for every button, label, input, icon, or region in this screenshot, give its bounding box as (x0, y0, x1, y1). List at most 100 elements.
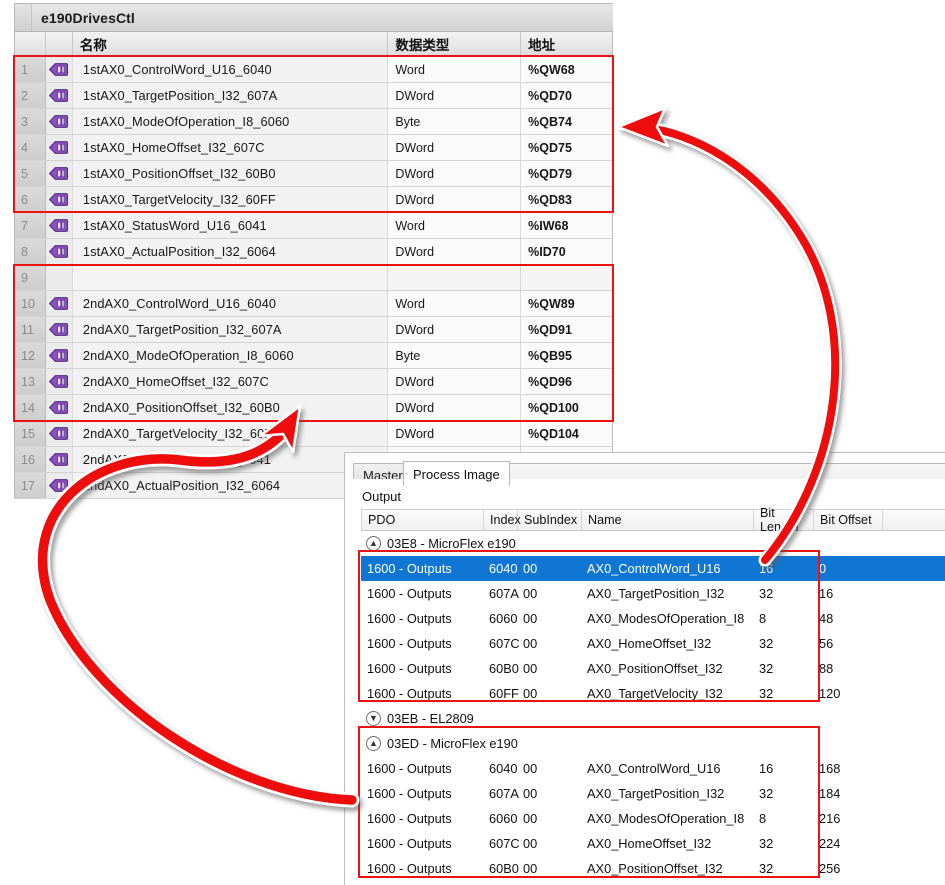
plc-row-datatype[interactable]: DWord (388, 369, 522, 394)
plc-row-address[interactable]: %QD104 (521, 421, 613, 446)
plc-table-row[interactable]: 2 1stAX0_TargetPosition_I32_607A DWord %QD7… (15, 83, 613, 109)
plc-row-datatype[interactable]: DWord (388, 239, 522, 264)
pi-group-header[interactable]: ▼ 03EB - EL2809 (361, 706, 945, 731)
tab-process-image[interactable]: Process Image (403, 461, 510, 486)
plc-row-name[interactable]: 2ndAX0_StatusWord_U16_6041 (72, 447, 389, 472)
pi-col-pdo[interactable]: PDO (362, 510, 484, 530)
pi-table-row[interactable]: 1600 - Outputs 60B0 00 AX0_PositionOffset_I… (361, 856, 945, 881)
chevron-down-icon[interactable]: ▼ (366, 711, 381, 726)
plc-row-name[interactable]: 1stAX0_StatusWord_U16_6041 (72, 213, 389, 238)
pi-col-index[interactable]: Index (484, 510, 521, 530)
plc-row-datatype[interactable]: DWord (388, 135, 522, 160)
plc-row-name[interactable]: 2ndAX0_HomeOffset_I32_607C (72, 369, 389, 394)
plc-row-datatype[interactable]: DWord (388, 161, 522, 186)
pi-col-bitlength[interactable]: Bit Length (754, 506, 814, 534)
pi-table-row[interactable]: 1600 - Outputs 607C 00 AX0_HomeOffset_I32 32… (361, 831, 945, 856)
plc-table-row[interactable]: 7 1stAX0_StatusWord_U16_6041 Word %IW68 (15, 213, 613, 239)
plc-row-datatype[interactable]: DWord (388, 395, 522, 420)
plc-row-name[interactable]: 1stAX0_TargetPosition_I32_607A (72, 83, 389, 108)
plc-row-name[interactable]: 2ndAX0_PositionOffset_I32_60B0 (72, 395, 389, 420)
plc-table-row[interactable]: 4 1stAX0_HomeOffset_I32_607C DWord %QD75 (15, 135, 613, 161)
plc-row-address[interactable]: %QB74 (521, 109, 613, 134)
plc-col-icon[interactable] (45, 32, 73, 56)
chevron-up-icon[interactable]: ▲ (366, 736, 381, 751)
plc-row-name[interactable]: 1stAX0_PositionOffset_I32_60B0 (72, 161, 389, 186)
plc-row-datatype[interactable]: DWord (388, 83, 522, 108)
plc-row-name[interactable]: 2ndAX0_TargetPosition_I32_607A (72, 317, 389, 342)
plc-row-address[interactable]: %QD70 (521, 83, 613, 108)
plc-row-number[interactable]: 14 (15, 395, 46, 420)
plc-row-name[interactable]: 1stAX0_TargetVelocity_I32_60FF (72, 187, 389, 212)
plc-row-name[interactable]: 2ndAX0_ActualPosition_I32_6064 (72, 473, 389, 498)
plc-row-datatype[interactable]: DWord (388, 421, 522, 446)
pi-col-subindex[interactable]: SubIndex (518, 510, 582, 530)
plc-row-name[interactable]: 1stAX0_ActualPosition_I32_6064 (72, 239, 389, 264)
pi-table-row[interactable]: 1600 - Outputs 6060 00 AX0_ModesOfOperation… (361, 606, 945, 631)
plc-row-number[interactable]: 3 (15, 109, 46, 134)
plc-row-number[interactable]: 6 (15, 187, 46, 212)
pi-table-row[interactable]: 1600 - Outputs60FF00AX0_TargetVelocity_I… (361, 681, 945, 706)
plc-table-row[interactable]: 10 2ndAX0_ControlWord_U16_6040 Word %QW89 (15, 291, 613, 317)
plc-row-name[interactable]: 1stAX0_ControlWord_U16_6040 (72, 57, 389, 82)
pi-table-row[interactable]: 1600 - Outputs 6060 00 AX0_ModesOfOperation… (361, 806, 945, 831)
plc-row-datatype[interactable]: Byte (388, 109, 522, 134)
pi-table-row[interactable]: 1600 - Outputs 6040 00 AX0_ControlWord_U16 1… (361, 756, 945, 781)
plc-row-number[interactable]: 10 (15, 291, 46, 316)
plc-table-row[interactable]: 5 1stAX0_PositionOffset_I32_60B0 DWord %QD7… (15, 161, 613, 187)
pi-table-row[interactable]: 1600 - Outputs 6040 00 AX0_ControlWord_U16 1… (361, 556, 945, 581)
plc-table-row[interactable]: 3 1stAX0_ModeOfOperation_I8_6060 Byte %QB74 (15, 109, 613, 135)
plc-col-rownum[interactable] (15, 32, 46, 56)
plc-row-name[interactable]: 2ndAX0_TargetVelocity_I32_60FF (72, 421, 389, 446)
plc-row-number[interactable]: 17 (15, 473, 46, 498)
plc-row-address[interactable]: %QD91 (521, 317, 613, 342)
pi-group-header[interactable]: ▲ 03E8 - MicroFlex e190 (361, 531, 945, 556)
plc-row-datatype[interactable]: Byte (388, 343, 522, 368)
plc-row-number[interactable]: 4 (15, 135, 46, 160)
plc-row-number[interactable]: 9 (15, 265, 46, 290)
pi-table-row[interactable]: 1600 - Outputs 607A 00 AX0_TargetPosition_I… (361, 781, 945, 806)
pi-group-header[interactable]: ▲ 03ED - MicroFlex e190 (361, 731, 945, 756)
plc-row-datatype[interactable]: Word (388, 291, 522, 316)
plc-row-address[interactable]: %QD96 (521, 369, 613, 394)
pi-col-name[interactable]: Name (582, 510, 754, 530)
plc-row-address[interactable]: %QW68 (521, 57, 613, 82)
plc-row-number[interactable]: 5 (15, 161, 46, 186)
pi-col-spacer[interactable] (883, 510, 945, 530)
chevron-up-icon[interactable]: ▲ (366, 536, 381, 551)
plc-row-name[interactable]: 1stAX0_ModeOfOperation_I8_6060 (72, 109, 389, 134)
plc-row-number[interactable]: 13 (15, 369, 46, 394)
pi-col-bitoffset[interactable]: Bit Offset (814, 510, 883, 530)
plc-row-datatype[interactable] (388, 265, 522, 290)
plc-row-address[interactable]: %IW68 (521, 213, 613, 238)
plc-row-number[interactable]: 7 (15, 213, 46, 238)
pi-table-row[interactable]: 1600 - Outputs 607A 00 AX0_TargetPosition_I… (361, 581, 945, 606)
plc-row-address[interactable]: %QD83 (521, 187, 613, 212)
pi-table-row[interactable]: 1600 - Outputs 607C 00 AX0_HomeOffset_I32 32… (361, 631, 945, 656)
plc-row-datatype[interactable]: DWord (388, 187, 522, 212)
pi-table-row[interactable]: 1600 - Outputs 60B0 00 AX0_PositionOffset_I… (361, 656, 945, 681)
plc-table-row[interactable]: 9 (15, 265, 613, 291)
plc-row-number[interactable]: 2 (15, 83, 46, 108)
plc-row-datatype[interactable]: Word (388, 213, 522, 238)
plc-table-row[interactable]: 1 1stAX0_ControlWord_U16_6040 Word %QW68 (15, 57, 613, 83)
plc-row-address[interactable] (521, 265, 613, 290)
plc-row-number[interactable]: 11 (15, 317, 46, 342)
pi-table-row[interactable]: 1600 - Outputs60FF00AX0_TargetVelocity_I… (361, 881, 945, 885)
plc-row-number[interactable]: 1 (15, 57, 46, 82)
plc-row-number[interactable]: 15 (15, 421, 46, 446)
plc-row-number[interactable]: 8 (15, 239, 46, 264)
plc-row-address[interactable]: %QD75 (521, 135, 613, 160)
plc-row-address[interactable]: %ID70 (521, 239, 613, 264)
plc-col-address[interactable]: 地址 (521, 32, 613, 56)
plc-table-row[interactable]: 8 1stAX0_ActualPosition_I32_6064 DWord %ID7… (15, 239, 613, 265)
plc-table-row[interactable]: 11 2ndAX0_TargetPosition_I32_607A DWord %QD… (15, 317, 613, 343)
plc-table-row[interactable]: 13 2ndAX0_HomeOffset_I32_607C DWord %QD96 (15, 369, 613, 395)
plc-table-row[interactable]: 12 2ndAX0_ModeOfOperation_I8_6060 Byte %QB9… (15, 343, 613, 369)
plc-table-row[interactable]: 6 1stAX0_TargetVelocity_I32_60FF DWord %QD8… (15, 187, 613, 213)
plc-row-address[interactable]: %QB95 (521, 343, 613, 368)
plc-row-address[interactable]: %QD100 (521, 395, 613, 420)
plc-row-address[interactable]: %QW89 (521, 291, 613, 316)
plc-row-number[interactable]: 12 (15, 343, 46, 368)
plc-table-row[interactable]: 14 2ndAX0_PositionOffset_I32_60B0 DWord %QD… (15, 395, 613, 421)
plc-row-name[interactable]: 1stAX0_HomeOffset_I32_607C (72, 135, 389, 160)
